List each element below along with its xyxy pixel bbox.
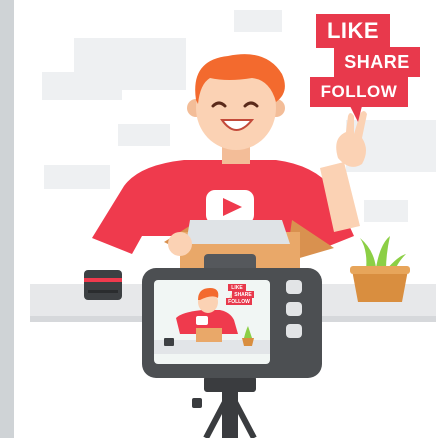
camera-button [286,302,302,316]
illustration-card: LIKE SHARE FOLLOW LIKE SHARE FOLLOW [14,0,436,438]
tripod-icon [222,390,238,438]
like-badge: LIKE [316,14,390,48]
tripod-head [204,376,256,392]
follow-badge: FOLLOW [310,77,408,107]
illustration-scene: LIKE SHARE FOLLOW LIKE SHARE FOLLOW [0,0,436,438]
camera-button [286,324,302,338]
hand-peace-icon [336,111,367,167]
lens-icon [84,270,122,300]
camera-button [286,280,302,294]
share-badge: SHARE [334,47,420,77]
mini-like-badge: LIKE [228,284,246,291]
pot [352,270,408,302]
mini-follow-badge: FOLLOW [226,298,252,305]
box-lid [186,220,290,244]
mini-share-badge: SHARE [232,291,254,298]
hand-left [168,232,192,256]
